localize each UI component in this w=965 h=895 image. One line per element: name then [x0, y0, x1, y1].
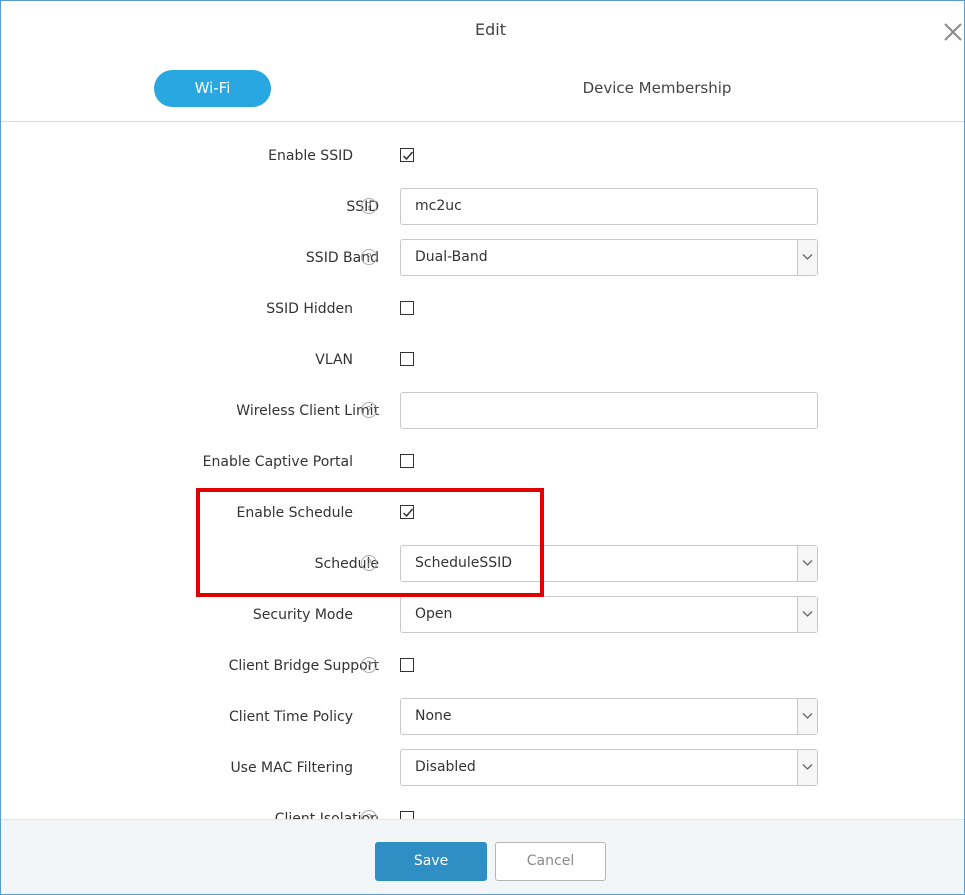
- row-enable-schedule: Enable Schedule: [1, 493, 964, 533]
- dialog-header: Edit Wi-Fi Device Membership: [1, 1, 964, 122]
- help-icon[interactable]: ?: [361, 810, 377, 819]
- security-mode-select[interactable]: Open: [400, 596, 818, 633]
- row-enable-ssid: Enable SSID: [1, 136, 964, 176]
- row-use-mac-filtering: Use MAC Filtering Disabled: [1, 748, 964, 788]
- client-isolation-checkbox[interactable]: [400, 811, 414, 819]
- row-ssid-hidden: SSID Hidden: [1, 289, 964, 329]
- enable-schedule-checkbox[interactable]: [400, 505, 414, 519]
- wifi-form: Enable SSID SSID ? mc2uc SSID Band ? Dua…: [1, 122, 964, 819]
- row-ssid-band: SSID Band ? Dual-Band: [1, 238, 964, 278]
- edit-dialog: Edit Wi-Fi Device Membership Enable SSID…: [0, 0, 965, 895]
- help-icon[interactable]: ?: [361, 402, 377, 418]
- row-schedule: Schedule ? ScheduleSSID: [1, 544, 964, 584]
- security-mode-label: Security Mode: [252, 607, 353, 623]
- enable-ssid-checkbox[interactable]: [400, 148, 414, 162]
- enable-captive-portal-checkbox[interactable]: [400, 454, 414, 468]
- chevron-down-icon[interactable]: [797, 546, 817, 581]
- row-ssid: SSID ? mc2uc: [1, 187, 964, 227]
- client-time-policy-select[interactable]: None: [400, 698, 818, 735]
- chevron-down-icon[interactable]: [797, 597, 817, 632]
- chevron-down-icon[interactable]: [797, 240, 817, 275]
- close-icon[interactable]: [942, 21, 964, 43]
- wireless-client-limit-input[interactable]: [400, 392, 818, 429]
- enable-captive-portal-label: Enable Captive Portal: [202, 454, 353, 470]
- vlan-checkbox[interactable]: [400, 352, 414, 366]
- row-security-mode: Security Mode Open: [1, 595, 964, 635]
- client-bridge-support-label: Client Bridge Support: [228, 658, 379, 674]
- ssid-band-select[interactable]: Dual-Band: [400, 239, 818, 276]
- chevron-down-icon[interactable]: [797, 699, 817, 734]
- client-bridge-support-checkbox[interactable]: [400, 658, 414, 672]
- ssid-input[interactable]: mc2uc: [400, 188, 818, 225]
- chevron-down-icon[interactable]: [797, 750, 817, 785]
- check-icon: [402, 151, 414, 161]
- row-vlan: VLAN: [1, 340, 964, 380]
- row-client-time-policy: Client Time Policy None: [1, 697, 964, 737]
- help-icon[interactable]: ?: [361, 657, 377, 673]
- ssid-band-value: Dual-Band: [415, 249, 488, 265]
- save-button[interactable]: Save: [375, 842, 487, 881]
- row-enable-captive-portal: Enable Captive Portal: [1, 442, 964, 482]
- vlan-label: VLAN: [315, 352, 353, 368]
- row-wireless-client-limit: Wireless Client Limit ?: [1, 391, 964, 431]
- tab-wifi[interactable]: Wi-Fi: [154, 70, 271, 107]
- cancel-button[interactable]: Cancel: [495, 842, 606, 881]
- security-mode-value: Open: [415, 606, 453, 622]
- help-icon[interactable]: ?: [361, 555, 377, 571]
- schedule-value: ScheduleSSID: [415, 555, 513, 571]
- use-mac-filtering-select[interactable]: Disabled: [400, 749, 818, 786]
- help-icon[interactable]: ?: [361, 198, 377, 214]
- client-time-policy-label: Client Time Policy: [229, 709, 353, 725]
- enable-ssid-label: Enable SSID: [268, 148, 353, 164]
- dialog-footer: Save Cancel: [1, 819, 964, 894]
- tab-device-membership[interactable]: Device Membership: [551, 70, 763, 107]
- dialog-title: Edit: [475, 20, 506, 39]
- enable-schedule-label: Enable Schedule: [236, 505, 353, 521]
- wireless-client-limit-label: Wireless Client Limit: [236, 403, 379, 419]
- help-icon[interactable]: ?: [361, 249, 377, 265]
- use-mac-filtering-value: Disabled: [415, 759, 476, 775]
- row-client-isolation: Client Isolation ?: [1, 799, 964, 819]
- use-mac-filtering-label: Use MAC Filtering: [230, 760, 353, 776]
- ssid-hidden-label: SSID Hidden: [266, 301, 353, 317]
- client-time-policy-value: None: [415, 708, 452, 724]
- row-client-bridge-support: Client Bridge Support ?: [1, 646, 964, 686]
- schedule-select[interactable]: ScheduleSSID: [400, 545, 818, 582]
- check-icon: [402, 508, 414, 518]
- ssid-hidden-checkbox[interactable]: [400, 301, 414, 315]
